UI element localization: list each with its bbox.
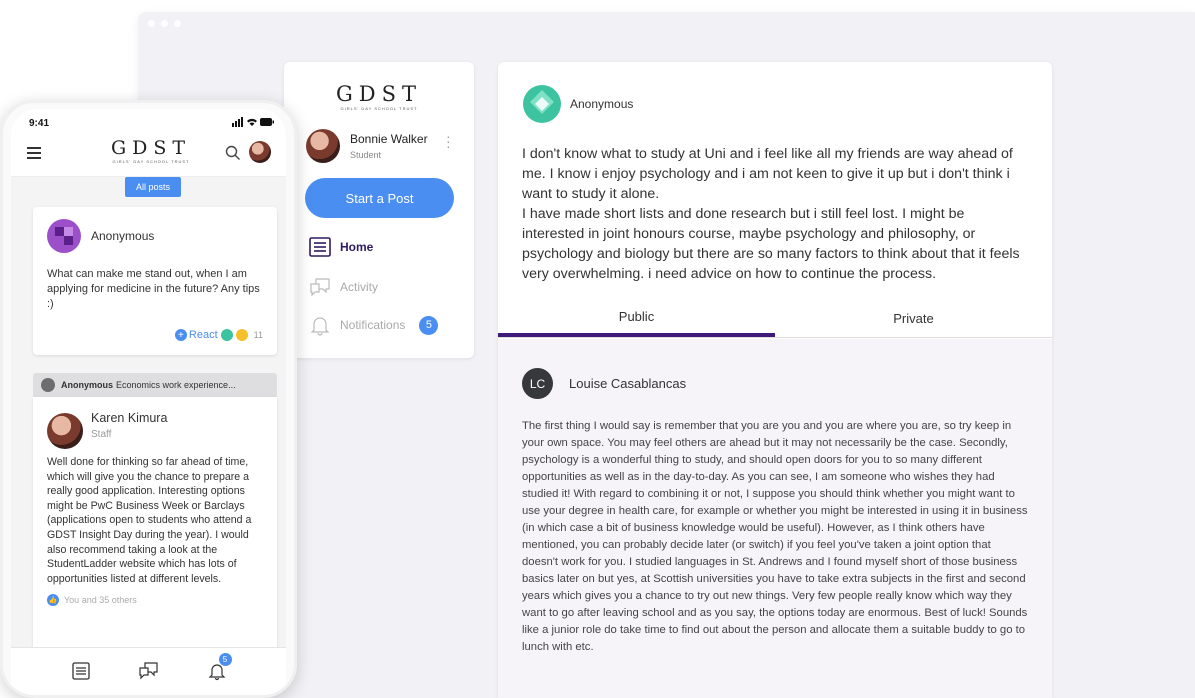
- menu-icon[interactable]: [27, 147, 41, 162]
- thread-header[interactable]: Anonymous Economics work experience...: [33, 373, 277, 397]
- avatar: [306, 129, 340, 163]
- reply-author: Louise Casablancas: [569, 376, 687, 391]
- logo-text: GDST: [335, 82, 422, 106]
- gdst-logo[interactable]: GDST GIRLS' DAY SCHOOL TRUST: [101, 137, 201, 164]
- post-body: I don't know what to study at Uni and i …: [522, 146, 1020, 282]
- start-post-button[interactable]: Start a Post: [305, 178, 454, 218]
- anonymous-avatar-icon: [47, 219, 81, 253]
- gdst-logo[interactable]: GDST GIRLS' DAY SCHOOL TRUST: [284, 62, 474, 111]
- visibility-tabs: Public Private: [498, 300, 1052, 338]
- tab-notifications[interactable]: 5: [207, 653, 232, 686]
- avatar[interactable]: [249, 141, 271, 163]
- user-name: Bonnie Walker: [350, 132, 428, 146]
- phone-mockup: 9:41 GDST GIRLS' DAY SCHOOL TRUST All po…: [0, 100, 297, 698]
- logo-text: GDST: [110, 137, 192, 159]
- window-dot[interactable]: [174, 19, 181, 27]
- reply-author: Karen Kimura: [91, 411, 168, 425]
- sidebar: GDST GIRLS' DAY SCHOOL TRUST Bonnie Walk…: [284, 62, 474, 358]
- nav-item-home[interactable]: Home: [308, 236, 373, 258]
- reply-card[interactable]: Karen Kimura Staff Well done for thinkin…: [33, 397, 277, 657]
- window-dot[interactable]: [148, 19, 155, 27]
- emoji-reaction-icon: [220, 329, 233, 341]
- thread-author: Anonymous: [61, 380, 114, 390]
- nav-item-notifications[interactable]: Notifications 5: [308, 314, 439, 336]
- reply-body: The first thing I would say is remember …: [522, 420, 1028, 653]
- post-author: Anonymous: [570, 97, 634, 111]
- notification-badge: 5: [218, 653, 232, 666]
- thread-title: Economics work experience...: [116, 380, 236, 390]
- avatar: [47, 413, 83, 449]
- status-bar: 9:41: [11, 109, 286, 131]
- chat-bubbles-icon: [138, 662, 158, 680]
- post-author: Anonymous: [91, 229, 155, 243]
- bell-icon: [310, 317, 330, 336]
- likes-text: You and 35 others: [64, 595, 137, 606]
- reply-role: Staff: [91, 429, 112, 440]
- nav-item-activity[interactable]: Activity: [308, 276, 378, 298]
- logo-tagline: GIRLS' DAY SCHOOL TRUST: [112, 159, 190, 164]
- post-header: Anonymous: [522, 84, 1052, 124]
- avatar: [41, 378, 55, 392]
- app-header: GDST GIRLS' DAY SCHOOL TRUST: [11, 131, 286, 177]
- tab-home[interactable]: [71, 661, 91, 686]
- post-card[interactable]: Anonymous What can make me stand out, wh…: [33, 207, 277, 355]
- signal-wifi-battery-icon: [232, 116, 274, 130]
- avatar: LC: [522, 368, 553, 399]
- nav-label: Activity: [340, 280, 379, 294]
- phone-screen: 9:41 GDST GIRLS' DAY SCHOOL TRUST All po…: [11, 109, 286, 695]
- react-label: React: [188, 329, 218, 341]
- react-button[interactable]: + React 11: [174, 329, 263, 341]
- post-body: What can make me stand out, when I am ap…: [47, 268, 260, 310]
- browser-title-bar: [138, 12, 1195, 34]
- emoji-reaction-icon: [235, 329, 248, 341]
- reply-header: LC Louise Casablancas: [522, 368, 1052, 399]
- anonymous-avatar-icon: [523, 85, 561, 123]
- tab-private[interactable]: Private: [775, 300, 1052, 337]
- thumbs-up-icon: 👍: [47, 594, 59, 607]
- tab-activity[interactable]: [138, 661, 160, 686]
- plus-icon: +: [174, 329, 187, 341]
- reply-body: Well done for thinking so far ahead of t…: [47, 456, 252, 585]
- status-time: 9:41: [29, 117, 50, 129]
- likes-row[interactable]: 👍 You and 35 others: [47, 594, 277, 607]
- reply-header: Karen Kimura Staff: [47, 411, 277, 449]
- home-icon: [71, 662, 90, 680]
- bottom-tab-bar: 5: [11, 647, 286, 695]
- reaction-count: 11: [253, 330, 263, 340]
- all-posts-button[interactable]: All posts: [125, 177, 181, 197]
- logo-tagline: GIRLS' DAY SCHOOL TRUST: [340, 106, 418, 111]
- notification-badge: 5: [419, 315, 439, 335]
- nav-label: Home: [340, 240, 374, 254]
- home-icon: [309, 237, 331, 257]
- post-header: Anonymous: [47, 219, 277, 253]
- chat-bubbles-icon: [310, 278, 330, 297]
- reply-section: LC Louise Casablancas The first thing I …: [498, 339, 1052, 698]
- more-options-icon[interactable]: · · ·: [446, 129, 451, 153]
- tab-public[interactable]: Public: [498, 300, 775, 337]
- search-icon[interactable]: [225, 145, 241, 161]
- window-dot[interactable]: [161, 19, 168, 27]
- nav-label: Notifications: [340, 318, 406, 332]
- post-detail: Anonymous I don't know what to study at …: [498, 62, 1052, 698]
- user-role: Student: [350, 150, 382, 160]
